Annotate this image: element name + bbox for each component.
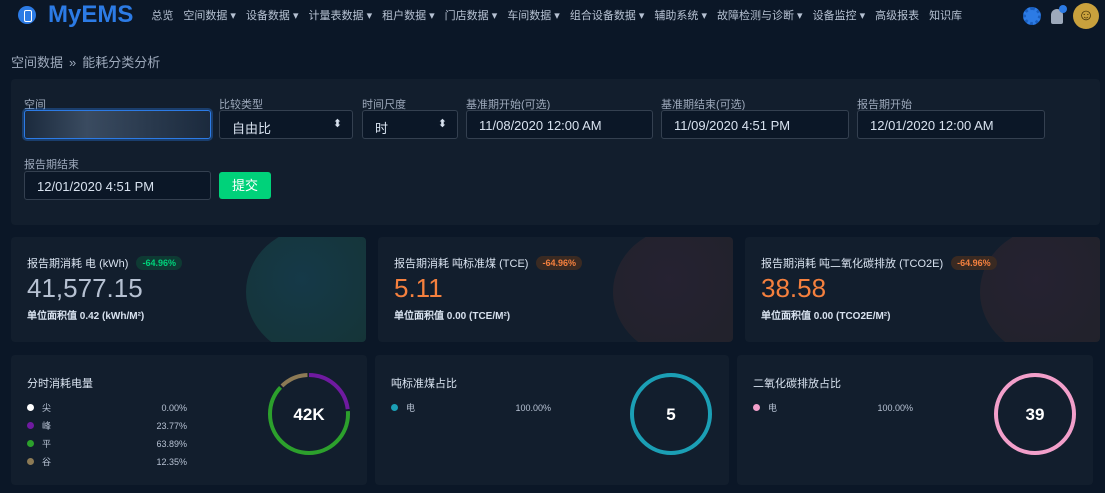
period-type-select[interactable]: 时 xyxy=(362,110,458,139)
menu-overview[interactable]: 总览 xyxy=(151,7,173,23)
filter-card: 空间 比较类型 自由比 时间尺度 时 基准期开始(可选) 11/08/2020 … xyxy=(11,79,1100,225)
notification-bell-icon[interactable] xyxy=(1051,4,1067,24)
share-panel: 二氧化碳排放占比电 100.00% 39 xyxy=(737,355,1093,485)
submit-button[interactable]: 提交 xyxy=(219,172,271,199)
stat-card-electricity: 报告期消耗 电 (kWh) -64.96% 41,577.15 单位面积值 0.4… xyxy=(11,237,366,342)
donut-chart: 39 xyxy=(994,373,1076,455)
donut-chart: 42K xyxy=(268,373,350,455)
stat-per-area: 单位面积值 0.00 (TCO2E/M²) xyxy=(761,311,891,322)
stat-per-area: 单位面积值 0.00 (TCE/M²) xyxy=(394,311,511,322)
base-start-input[interactable]: 11/08/2020 12:00 AM xyxy=(466,110,653,139)
stat-title: 报告期消耗 电 (kWh) xyxy=(27,258,129,270)
menu-tenant-data[interactable]: 租户数据 ▾ xyxy=(382,7,435,23)
card-decoration xyxy=(246,237,366,342)
compare-type-select[interactable]: 自由比 xyxy=(219,110,353,139)
change-badge: -64.96% xyxy=(136,256,182,270)
menu-space-data[interactable]: 空间数据 ▾ xyxy=(183,7,236,23)
report-end-label: 报告期结束 xyxy=(24,159,79,171)
change-badge: -64.96% xyxy=(536,256,582,270)
menu-auxiliary-system[interactable]: 辅助系统 ▾ xyxy=(654,7,707,23)
menu-store-data[interactable]: 门店数据 ▾ xyxy=(445,7,498,23)
breadcrumb-current: 能耗分类分析 xyxy=(82,55,161,70)
menu-equipment-data[interactable]: 设备数据 ▾ xyxy=(246,7,299,23)
menu-equipment-monitor[interactable]: 设备监控 ▾ xyxy=(813,7,866,23)
donut-chart: 5 xyxy=(630,373,712,455)
donut-center-value: 42K xyxy=(293,405,325,424)
settings-gear-icon[interactable] xyxy=(1023,7,1041,25)
base-end-input[interactable]: 11/09/2020 4:51 PM xyxy=(661,110,849,139)
menu-knowledge-base[interactable]: 知识库 xyxy=(929,7,962,23)
menu-meter-data[interactable]: 计量表数据 ▾ xyxy=(309,7,373,23)
main-menu: 总览 空间数据 ▾ 设备数据 ▾ 计量表数据 ▾ 租户数据 ▾ 门店数据 ▾ 车… xyxy=(151,7,972,23)
report-end-input[interactable]: 12/01/2020 4:51 PM xyxy=(24,171,211,200)
menu-shopfloor-data[interactable]: 车间数据 ▾ xyxy=(507,7,560,23)
menu-fault-detection[interactable]: 故障检测与诊断 ▾ xyxy=(717,7,803,23)
stat-card-tce: 报告期消耗 吨标准煤 (TCE) -64.96% 5.11 单位面积值 0.00 … xyxy=(378,237,733,342)
change-badge: -64.96% xyxy=(951,256,997,270)
stat-title: 报告期消耗 吨二氧化碳排放 (TCO2E) xyxy=(761,258,944,270)
donut-center-value: 5 xyxy=(666,405,675,424)
stat-value: 41,577.15 xyxy=(27,273,143,303)
brand-logo[interactable]: MyEMS xyxy=(48,1,133,29)
breadcrumb-space-data[interactable]: 空间数据 xyxy=(11,55,63,70)
breadcrumb-separator: » xyxy=(69,55,77,70)
share-panel: 分时消耗电量尖 0.00% 峰 23.77% 平 63.89% 谷 12.35% 42K xyxy=(11,355,367,485)
top-navbar: MyEMS 总览 空间数据 ▾ 设备数据 ▾ 计量表数据 ▾ 租户数据 ▾ 门店… xyxy=(0,0,1105,30)
breadcrumb: 空间数据 » 能耗分类分析 xyxy=(11,52,160,71)
user-avatar[interactable]: ☺ xyxy=(1073,3,1099,29)
report-start-input[interactable]: 12/01/2020 12:00 AM xyxy=(857,110,1045,139)
stat-card-co2: 报告期消耗 吨二氧化碳排放 (TCO2E) -64.96% 38.58 单位面积值… xyxy=(745,237,1100,342)
share-panel: 吨标准煤占比电 100.00% 5 xyxy=(375,355,729,485)
card-decoration xyxy=(980,237,1100,342)
stat-per-area: 单位面积值 0.42 (kWh/M²) xyxy=(27,311,145,322)
menu-combined-equipment[interactable]: 组合设备数据 ▾ xyxy=(570,7,645,23)
stat-value: 5.11 xyxy=(394,273,443,303)
donut-center-value: 39 xyxy=(1026,405,1045,424)
stat-value: 38.58 xyxy=(761,273,827,303)
card-decoration xyxy=(613,237,733,342)
space-select[interactable] xyxy=(24,110,211,139)
stat-title: 报告期消耗 吨标准煤 (TCE) xyxy=(394,258,529,270)
menu-advanced-reports[interactable]: 高级报表 xyxy=(875,7,919,23)
logo-icon[interactable] xyxy=(18,6,36,24)
